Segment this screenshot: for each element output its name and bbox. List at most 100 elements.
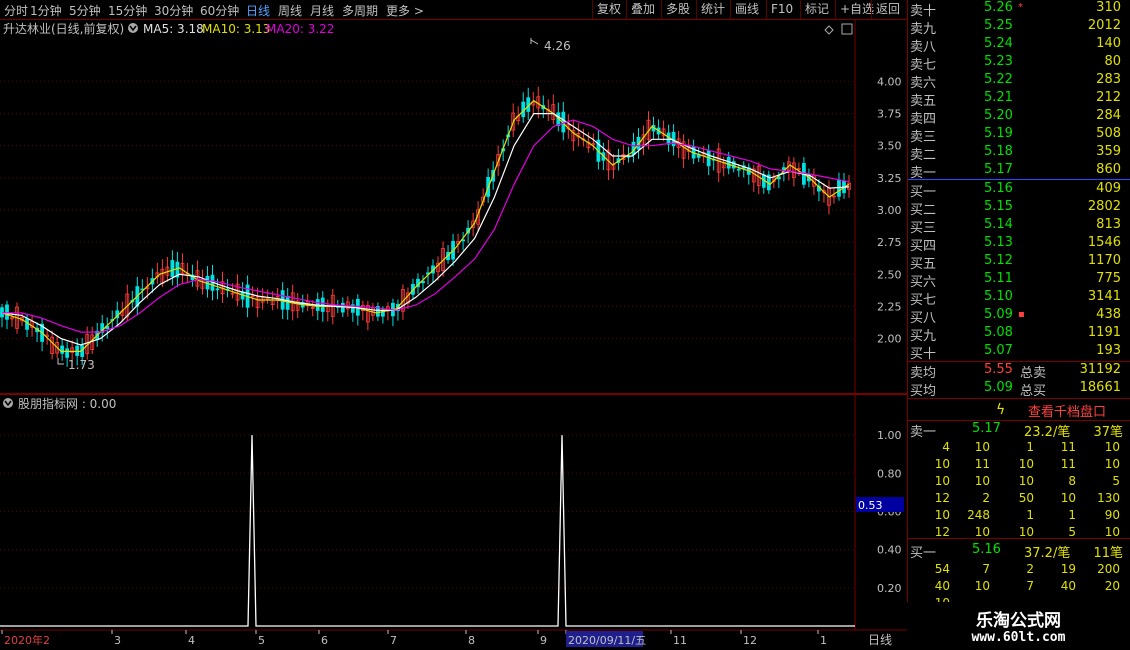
multi-stock-button[interactable]: 多股	[661, 0, 694, 19]
queue-row: 54 7 2 19 200	[908, 562, 1130, 579]
queue-order-size: 54	[934, 562, 950, 576]
candle-body	[170, 260, 175, 277]
buy-level-row[interactable]: 买五 5.12 1170	[908, 253, 1130, 272]
date-tick-label: 11	[673, 634, 687, 647]
buy-level-row[interactable]: 买二 5.15 2802	[908, 199, 1130, 218]
buy-level-row[interactable]: 买三 5.14 813	[908, 217, 1130, 236]
sell-level-row[interactable]: 卖九 5.25 2012	[908, 18, 1130, 37]
queue-order-size: 10	[1060, 491, 1076, 505]
queue-order-size: 12	[934, 525, 950, 539]
total-buy-label: 总买	[1020, 384, 1047, 399]
sell-level-price: 5.24	[984, 36, 1013, 51]
sell-level-row[interactable]: 卖七 5.23 80	[908, 54, 1130, 73]
mark-button[interactable]: 标记	[800, 0, 833, 19]
date-tick-label: 9	[540, 634, 547, 647]
queue-order-size: 10	[974, 474, 990, 488]
buy-level-price: 5.14	[984, 217, 1013, 232]
buy1-queue-count: 11笔	[1093, 546, 1123, 561]
back-button[interactable]: 返回	[871, 0, 904, 19]
candle-body	[75, 345, 80, 356]
tab-weekly[interactable]: 周线	[278, 2, 302, 19]
queue-row: 10 10 10 8 5	[908, 474, 1130, 491]
sell-level-label: 卖五	[910, 94, 937, 109]
buy-level-volume: 2802	[1087, 199, 1121, 214]
tab-30min[interactable]: 30分钟	[154, 2, 193, 19]
buy-level-row[interactable]: 买八 5.09 438 ▪	[908, 307, 1130, 326]
date-tick-label: 12	[743, 634, 757, 647]
queue-order-size: 248	[967, 508, 990, 522]
indicator-tick-label: 1.00	[877, 429, 902, 442]
sell-level-label: 卖六	[910, 76, 937, 91]
queue-order-size: 20	[1104, 579, 1120, 593]
buy-level-row[interactable]: 买一 5.16 409	[908, 181, 1130, 200]
buy-level-row[interactable]: 买四 5.13 1546	[908, 235, 1130, 254]
lightning-icon: ϟ	[996, 402, 1006, 418]
buy-level-volume: 409	[1096, 181, 1121, 196]
buy1-queue-header: 买一 5.16 37.2/笔 11笔	[908, 542, 1130, 561]
diamond-icon[interactable]	[824, 25, 834, 35]
indicator-tick-label: 0.80	[877, 467, 902, 480]
buy-level-label: 买五	[910, 257, 937, 272]
date-tick-label: 4	[188, 634, 195, 647]
maximize-icon[interactable]	[841, 23, 853, 35]
buy-level-price: 5.09	[984, 307, 1013, 322]
sell-level-volume: 212	[1096, 90, 1121, 105]
tab-multi-period[interactable]: 多周期	[342, 2, 378, 19]
kline-chart-area[interactable]: 4.00 3.75 3.50 3.25 3.00 2.75 2.50 2.25 2.00 升达林…	[0, 20, 907, 650]
queue-order-size: 8	[1068, 474, 1076, 488]
sell-level-volume: 310	[1096, 0, 1121, 15]
tab-60min[interactable]: 60分钟	[200, 2, 239, 19]
f10-button[interactable]: F10	[766, 0, 797, 19]
buy-level-price: 5.15	[984, 199, 1013, 214]
draw-line-button[interactable]: 画线	[730, 0, 763, 19]
queue-order-size: 11	[974, 457, 990, 471]
tab-daily[interactable]: 日线	[246, 2, 270, 19]
buy-level-row[interactable]: 买七 5.10 3141	[908, 289, 1130, 308]
sell-level-label: 卖十	[910, 4, 937, 19]
sell-level-row[interactable]: 卖三 5.19 508	[908, 126, 1130, 145]
queue-order-size: 12	[934, 491, 950, 505]
tab-intraday[interactable]: 分时	[4, 2, 28, 19]
tab-more[interactable]: 更多 >	[386, 2, 424, 19]
tab-15min[interactable]: 15分钟	[108, 2, 147, 19]
statistics-button[interactable]: 统计	[696, 0, 729, 19]
sell-level-row[interactable]: 卖一 5.17 860	[908, 162, 1130, 181]
queue-row: 12 10 10 5 10	[908, 525, 1130, 542]
sell-level-row[interactable]: 卖五 5.21 212	[908, 90, 1130, 109]
buy-level-row[interactable]: 买六 5.11 775	[908, 271, 1130, 290]
buy-level-volume: 438	[1096, 307, 1121, 322]
sell1-queue-header: 卖一 5.17 23.2/笔 37笔	[908, 421, 1130, 440]
sell1-queue-price: 5.17	[972, 421, 1001, 436]
queue-row: 10 11 10 11 10	[908, 457, 1130, 474]
sell-level-label: 卖二	[910, 148, 937, 163]
sell-level-row[interactable]: 卖六 5.22 283	[908, 72, 1130, 91]
adjust-button[interactable]: 复权	[592, 0, 625, 19]
watermark-url: www.60lt.com	[971, 630, 1066, 645]
sell-level-row[interactable]: 卖四 5.20 284	[908, 108, 1130, 127]
queue-order-size: 1	[1068, 508, 1076, 522]
queue-row: 40 10 7 40 20	[908, 579, 1130, 596]
sell-level-row[interactable]: 卖八 5.24 140	[908, 36, 1130, 55]
buy-level-price: 5.10	[984, 289, 1013, 304]
view-thousand-queue-button[interactable]: 查看千档盘口	[1028, 401, 1106, 420]
queue-order-size: 40	[1060, 579, 1076, 593]
sell-level-row[interactable]: 卖十 5.26 310 *	[908, 0, 1130, 19]
tab-1min[interactable]: 1分钟	[30, 2, 62, 19]
buy-level-row[interactable]: 买九 5.08 1191	[908, 325, 1130, 344]
queue-order-size: 5	[1112, 474, 1120, 488]
candle-body	[837, 180, 841, 197]
ma-dropdown-icon[interactable]	[128, 23, 138, 33]
overlay-button[interactable]: 叠加	[626, 0, 659, 19]
tab-monthly[interactable]: 月线	[310, 2, 334, 19]
tab-5min[interactable]: 5分钟	[69, 2, 101, 19]
queue-order-size: 90	[1104, 508, 1120, 522]
sell-level-row[interactable]: 卖二 5.18 359	[908, 144, 1130, 163]
sell-level-price: 5.26	[984, 0, 1013, 15]
order-book-panel: 卖十 5.26 310 * 卖九 5.25 2012 卖八 5.24 140 卖七 5.23 80 卖六 5…	[907, 0, 1130, 650]
indicator-dropdown-icon[interactable]	[3, 398, 13, 408]
date-tick-label: 8	[468, 634, 475, 647]
buy-level-row[interactable]: 买十 5.07 193	[908, 343, 1130, 362]
sell1-queue-avg: 23.2/笔	[1024, 425, 1071, 440]
buy-level-marker: ▪	[1018, 309, 1025, 320]
queue-order-size: 10	[974, 440, 990, 454]
